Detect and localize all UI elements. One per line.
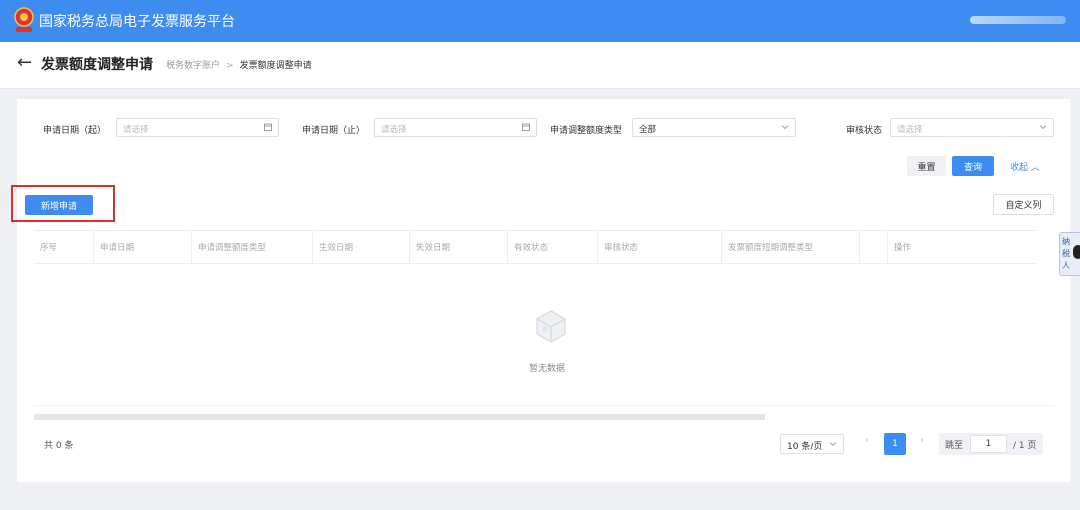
page-size-value: 10 条/页 bbox=[787, 442, 823, 452]
custom-columns-button[interactable]: 自定义列 bbox=[993, 194, 1054, 215]
reset-button[interactable]: 重置 bbox=[907, 156, 946, 176]
floating-side-tab[interactable]: 纳税人 bbox=[1059, 232, 1080, 276]
review-status-select[interactable]: 请选择 bbox=[890, 118, 1054, 137]
page-header: ← 发票额度调整申请 税务数字账户 > 发票额度调整申请 bbox=[0, 42, 1080, 89]
chevron-down-icon bbox=[781, 125, 789, 130]
apply-date-start-input[interactable]: 请选择 bbox=[116, 118, 279, 137]
apply-date-start-label: 申请日期（起） bbox=[43, 126, 107, 136]
back-arrow-icon[interactable]: ← bbox=[17, 52, 32, 74]
prev-page-icon[interactable]: ‹ bbox=[865, 435, 869, 446]
column-header-short-term-type: 发票额度短期调整类型 bbox=[722, 231, 860, 263]
column-header-actions: 操作 bbox=[894, 243, 912, 253]
user-account-blurred[interactable] bbox=[970, 16, 1066, 24]
chevron-up-icon: ︿ bbox=[1030, 163, 1040, 173]
table-bottom-divider bbox=[34, 405, 1054, 406]
total-count: 共 0 条 bbox=[44, 441, 74, 451]
column-header-adjust-type: 申请调整额度类型 bbox=[192, 231, 313, 263]
calendar-icon bbox=[264, 123, 272, 131]
breadcrumb: 税务数字账户 > 发票额度调整申请 bbox=[166, 58, 312, 71]
review-status-placeholder: 请选择 bbox=[897, 125, 923, 135]
adjust-type-select[interactable]: 全部 bbox=[632, 118, 796, 137]
column-header-effective-date: 生效日期 bbox=[313, 231, 410, 263]
top-bar: 国家税务总局电子发票服务平台 bbox=[0, 0, 1080, 42]
jump-label: 跳至 bbox=[945, 441, 964, 451]
chevron-down-icon bbox=[1039, 125, 1047, 130]
total-pages: / 1 页 bbox=[1013, 441, 1037, 451]
breadcrumb-separator: > bbox=[226, 61, 234, 71]
horizontal-scrollbar[interactable] bbox=[34, 414, 765, 420]
empty-box-icon bbox=[536, 310, 566, 343]
adjust-type-label: 申请调整额度类型 bbox=[550, 126, 623, 136]
collapse-label: 收起 bbox=[1010, 163, 1029, 173]
collapse-toggle[interactable]: 收起 ︿ bbox=[1010, 160, 1040, 173]
review-status-label: 审核状态 bbox=[846, 126, 883, 136]
apply-date-end-label: 申请日期（止） bbox=[302, 126, 366, 136]
page-number-current[interactable]: 1 bbox=[884, 433, 906, 455]
main-card: 申请日期（起） 请选择 申请日期（止） 请选择 申请调整额度类型 全部 审核状态… bbox=[11, 99, 1070, 482]
adjust-type-value: 全部 bbox=[639, 125, 657, 135]
column-header-index: 序号 bbox=[34, 231, 94, 263]
apply-date-start-placeholder: 请选择 bbox=[123, 125, 149, 135]
new-apply-button[interactable]: 新增申请 bbox=[25, 195, 93, 215]
floating-side-tab-label: 纳税人 bbox=[1062, 237, 1070, 270]
platform-title: 国家税务总局电子发票服务平台 bbox=[39, 14, 235, 30]
next-page-icon[interactable]: › bbox=[920, 435, 924, 446]
tax-emblem-logo bbox=[14, 7, 34, 32]
column-header-review-status: 审核状态 bbox=[598, 231, 722, 263]
chevron-down-icon bbox=[829, 442, 837, 447]
column-header-valid-status: 有效状态 bbox=[508, 231, 598, 263]
column-header-expiry-date: 失效日期 bbox=[410, 231, 508, 263]
table-header: 序号 申请日期 申请调整额度类型 生效日期 失效日期 有效状态 审核状态 发票额… bbox=[34, 230, 1037, 264]
column-header-apply-date: 申请日期 bbox=[94, 231, 192, 263]
calendar-icon bbox=[522, 123, 530, 131]
apply-date-end-placeholder: 请选择 bbox=[381, 125, 407, 135]
breadcrumb-item-current: 发票额度调整申请 bbox=[239, 61, 312, 71]
jump-page-input[interactable]: 1 bbox=[970, 435, 1007, 453]
page-jump: 跳至 1 / 1 页 bbox=[939, 433, 1043, 455]
empty-state-text: 暂无数据 bbox=[529, 364, 566, 374]
page-size-select[interactable]: 10 条/页 bbox=[780, 434, 844, 454]
query-button[interactable]: 查询 bbox=[952, 156, 994, 176]
breadcrumb-item-account[interactable]: 税务数字账户 bbox=[166, 61, 220, 71]
page-title: 发票额度调整申请 bbox=[41, 57, 153, 73]
apply-date-end-input[interactable]: 请选择 bbox=[374, 118, 537, 137]
floating-handle-icon bbox=[1073, 245, 1080, 259]
column-header-spacer bbox=[860, 231, 888, 263]
